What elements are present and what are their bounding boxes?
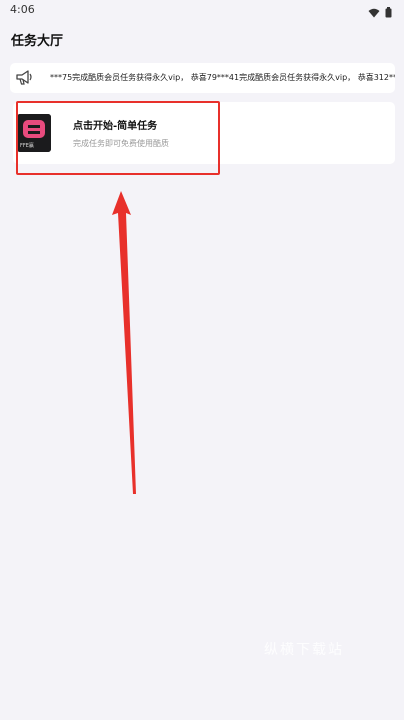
status-bar: 4:06 (0, 0, 404, 20)
task-card[interactable]: FFE赢 点击开始-简单任务 完成任务即可免费使用酷质 (13, 102, 395, 164)
task-thumbnail-label: FFE赢 (20, 143, 34, 149)
wifi-icon (368, 3, 380, 22)
megaphone-icon (15, 69, 35, 87)
notice-bar: ***75完成酷质会员任务获得永久vip， 恭喜79***41完成酷质会员任务获… (10, 63, 395, 93)
status-icons (368, 3, 392, 22)
notice-text: ***75完成酷质会员任务获得永久vip， 恭喜79***41完成酷质会员任务获… (50, 73, 395, 82)
watermark-text: 纵横下载站 (264, 642, 344, 658)
task-title: 点击开始-简单任务 (73, 121, 158, 132)
battery-icon (385, 3, 392, 22)
task-thumbnail: FFE赢 (17, 114, 51, 152)
task-subtitle: 完成任务即可免费使用酷质 (73, 139, 169, 148)
page-title: 任务大厅 (11, 34, 64, 49)
status-time: 4:06 (10, 3, 35, 16)
